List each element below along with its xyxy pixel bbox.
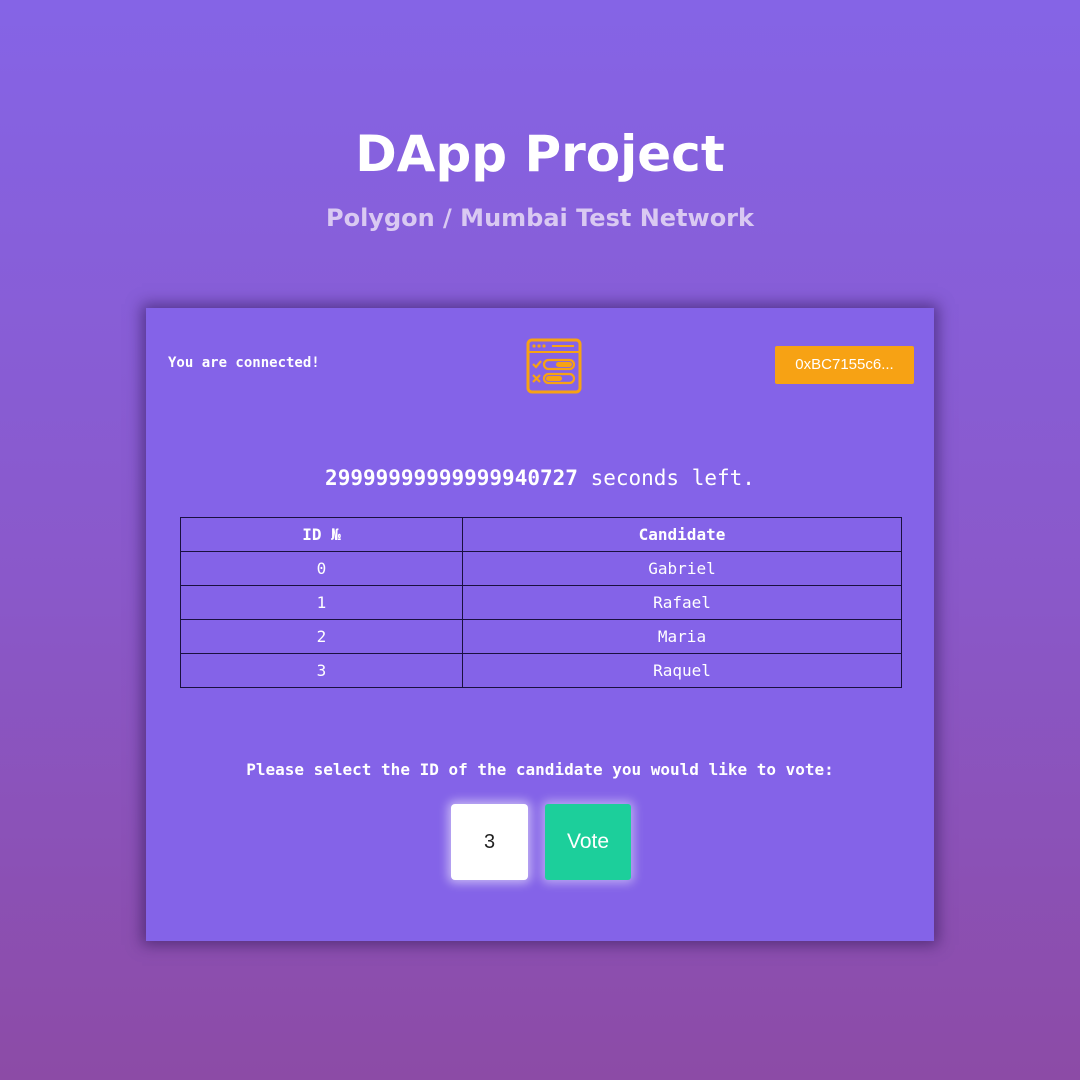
candidate-name: Raquel [462,653,902,688]
countdown-text: 29999999999999940727 seconds left. [146,466,934,490]
wallet-address-button[interactable]: 0xBC7155c6... [775,346,914,384]
countdown-suffix: seconds left. [590,466,755,490]
candidate-id: 2 [180,619,463,654]
candidate-name: Rafael [462,585,902,620]
voting-card: You are connected! 0xBC7155c6... 2999999… [146,308,934,941]
column-header-id: ID № [180,517,463,552]
column-header-candidate: Candidate [462,517,902,552]
candidate-name: Gabriel [462,551,902,586]
table-row: 3 Raquel [180,653,902,688]
candidate-id: 1 [180,585,463,620]
table-row: 0 Gabriel [180,551,902,586]
candidate-id-input[interactable] [451,804,528,880]
vote-prompt: Please select the ID of the candidate yo… [246,760,834,779]
candidate-id: 0 [180,551,463,586]
page-subtitle: Polygon / Mumbai Test Network [326,204,754,232]
voting-checklist-icon [526,338,582,394]
candidate-id: 3 [180,653,463,688]
candidates-table: ID № Candidate 0 Gabriel 1 Rafael 2 Mari… [180,517,902,688]
candidate-name: Maria [462,619,902,654]
table-header-row: ID № Candidate [180,517,902,552]
table-row: 1 Rafael [180,585,902,620]
countdown-value: 29999999999999940727 [325,466,578,490]
connection-status: You are connected! [168,355,320,371]
table-row: 2 Maria [180,619,902,654]
vote-button[interactable]: Vote [545,804,631,880]
page-title: DApp Project [355,125,725,183]
